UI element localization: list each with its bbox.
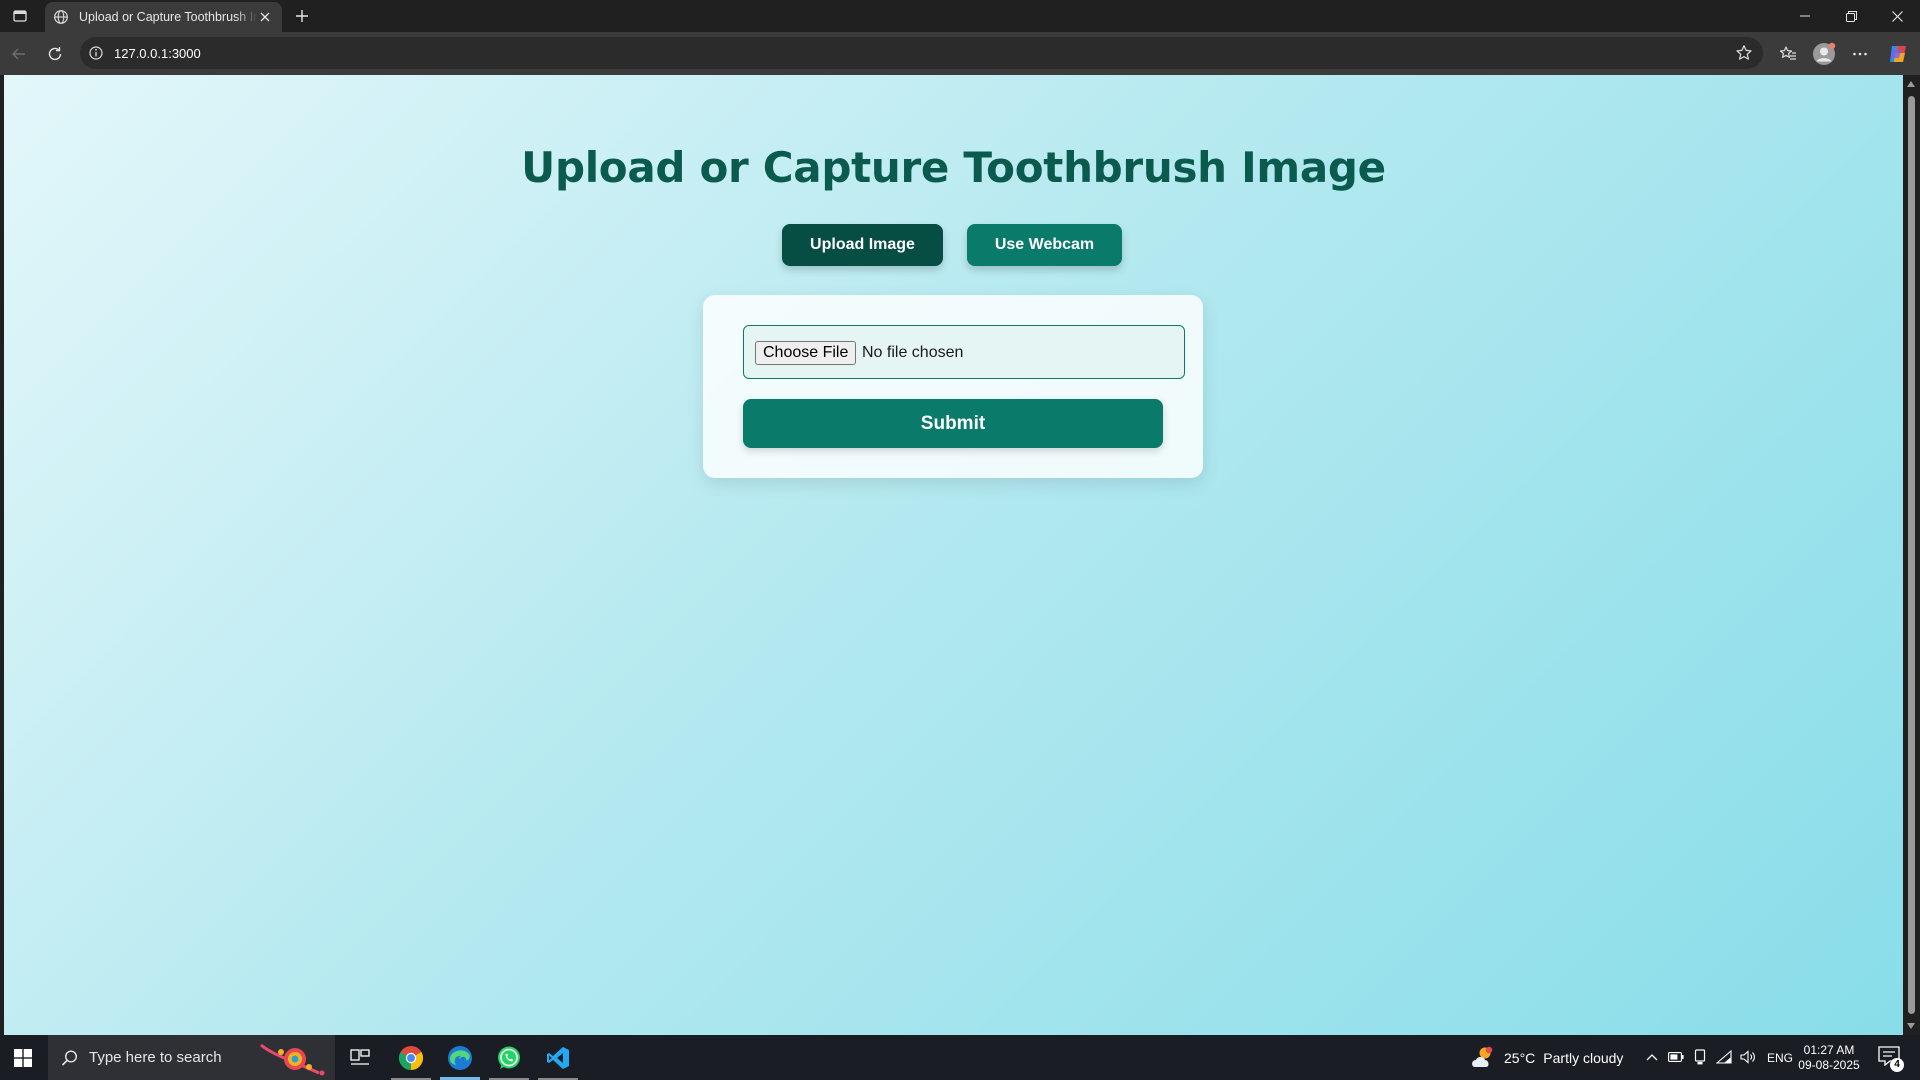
choose-file-button[interactable]: Choose File: [755, 341, 857, 365]
close-window-icon[interactable]: [1874, 0, 1920, 32]
volume-icon[interactable]: [1739, 1048, 1757, 1066]
windows-taskbar: Type here to search 25°C Partly cloudy E…: [0, 1035, 1920, 1080]
new-tab-plus-icon[interactable]: [292, 6, 312, 26]
taskbar-clock[interactable]: 01:27 AM 09-08-2025: [1794, 1043, 1864, 1073]
device-icon[interactable]: [1691, 1048, 1709, 1066]
scrollbar-thumb[interactable]: [1908, 96, 1915, 1014]
clock-time: 01:27 AM: [1803, 1043, 1855, 1057]
use-webcam-button[interactable]: Use Webcam: [967, 224, 1122, 266]
notification-center-icon[interactable]: 4: [1878, 1046, 1904, 1072]
upload-form-card: Choose File No file chosen Submit: [703, 295, 1203, 478]
whatsapp-taskbar-icon[interactable]: [485, 1035, 533, 1080]
windows-start-icon[interactable]: [0, 1035, 46, 1080]
edge-taskbar-icon[interactable]: [436, 1035, 484, 1080]
browser-toolbar: 127.0.0.1:3000: [0, 32, 1920, 75]
copilot-icon[interactable]: [1886, 42, 1910, 66]
back-arrow-icon[interactable]: [7, 42, 31, 66]
clock-date: 09-08-2025: [1798, 1058, 1860, 1072]
task-view-icon[interactable]: [336, 1035, 384, 1080]
partly-cloudy-icon: [1472, 1046, 1493, 1067]
tab-close-icon[interactable]: [258, 10, 272, 24]
favorite-star-icon[interactable]: [1735, 44, 1753, 62]
tab-actions-icon[interactable]: [8, 4, 32, 28]
site-info-icon[interactable]: [88, 45, 104, 61]
file-status-text: No file chosen: [862, 344, 964, 361]
minimize-icon[interactable]: [1782, 0, 1828, 32]
upload-image-button[interactable]: Upload Image: [782, 224, 943, 266]
file-input[interactable]: Choose File No file chosen: [743, 325, 1185, 379]
chrome-taskbar-icon[interactable]: [387, 1035, 435, 1080]
weather-temperature: 25°C: [1504, 1049, 1536, 1066]
restore-icon[interactable]: [1828, 0, 1874, 32]
weather-condition: Partly cloudy: [1543, 1049, 1624, 1066]
page-scrollbar[interactable]: [1903, 75, 1920, 1035]
address-bar[interactable]: 127.0.0.1:3000: [80, 37, 1763, 69]
network-wifi-icon[interactable]: [1715, 1048, 1733, 1066]
search-placeholder: Type here to search: [89, 1049, 222, 1066]
favorites-icon[interactable]: [1776, 42, 1800, 66]
browser-tab-active[interactable]: Upload or Capture Toothbrush Image: [45, 2, 282, 32]
search-icon: [61, 1049, 79, 1067]
globe-icon: [53, 9, 69, 25]
page-title: Upload or Capture Toothbrush Image: [521, 143, 1386, 192]
profile-avatar-icon[interactable]: [1812, 42, 1836, 66]
input-language-indicator[interactable]: ENG: [1767, 1051, 1793, 1065]
url-text: 127.0.0.1:3000: [114, 46, 201, 61]
scroll-down-arrow-icon[interactable]: [1907, 1023, 1915, 1029]
search-highlight-art-icon: [260, 1043, 325, 1076]
notification-count-badge: 4: [1890, 1058, 1904, 1072]
more-options-icon[interactable]: [1848, 42, 1872, 66]
show-hidden-icons-chevron-icon[interactable]: [1643, 1048, 1661, 1066]
taskbar-search-box[interactable]: Type here to search: [48, 1035, 335, 1080]
weather-widget[interactable]: 25°C Partly cloudy: [1470, 1035, 1623, 1080]
tab-title: Upload or Capture Toothbrush Image: [79, 10, 257, 24]
vscode-taskbar-icon[interactable]: [534, 1035, 582, 1080]
browser-tab-bar: Upload or Capture Toothbrush Image: [0, 0, 1920, 32]
battery-icon[interactable]: [1667, 1048, 1685, 1066]
scroll-up-arrow-icon[interactable]: [1907, 81, 1915, 87]
submit-button[interactable]: Submit: [743, 399, 1163, 448]
page-viewport: Upload or Capture Toothbrush Image Uploa…: [4, 75, 1903, 1035]
refresh-icon[interactable]: [43, 42, 67, 66]
